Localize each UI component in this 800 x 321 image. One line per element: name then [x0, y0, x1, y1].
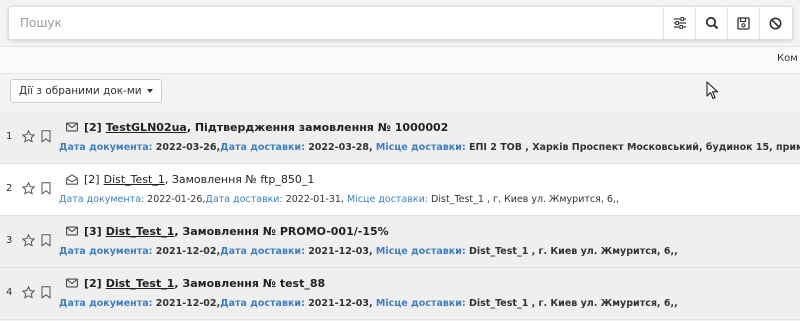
document-details-line: Дата документа: 2022-03-26,Дата доставки…	[59, 142, 800, 153]
doc-date-value: 2021-12-02,	[152, 298, 221, 309]
ban-icon	[769, 17, 782, 29]
clear-button[interactable]	[759, 7, 791, 39]
sender-name[interactable]: Dist_Test_1	[106, 277, 175, 290]
document-title: , Замовлення № test_88	[174, 277, 326, 290]
message-count: [2]	[84, 277, 102, 290]
star-icon[interactable]	[22, 182, 35, 195]
doc-date-value: 2022-03-26,	[152, 142, 221, 153]
save-icon	[737, 16, 750, 30]
envelope-icon	[66, 278, 78, 288]
delivery-place-value: Dist_Test_1 , г. Киев ул. Жмурится, 6,,	[428, 194, 619, 205]
document-title-line[interactable]: [3] Dist_Test_1, Замовлення № PROMO-001/-…	[84, 225, 389, 238]
document-details-line: Дата документа: 2021-12-02,Дата доставки…	[59, 246, 678, 257]
row-number: 2	[6, 183, 13, 194]
document-row[interactable]: 4 [2] Dist_Test_1, Замовлення № test_88 Дат…	[0, 268, 800, 320]
column-strip: Ком	[0, 46, 800, 74]
doc-date-value: 2022-01-26,	[144, 194, 206, 205]
bookmark-icon[interactable]	[41, 130, 51, 143]
star-icon[interactable]	[22, 234, 35, 247]
caret-down-icon	[146, 89, 153, 93]
document-details-line: Дата документа: 2021-12-02,Дата доставки…	[59, 298, 678, 309]
delivery-date-label: Дата доставки:	[220, 142, 305, 153]
star-icon[interactable]	[22, 130, 35, 143]
bookmark-icon[interactable]	[41, 182, 51, 195]
delivery-date-value: 2022-01-31,	[282, 194, 344, 205]
delivery-place-label: Місце доставки:	[375, 298, 466, 309]
message-count: [2]	[84, 121, 102, 134]
save-button[interactable]	[727, 7, 759, 39]
search-bar	[8, 6, 793, 40]
delivery-place-label: Місце доставки:	[375, 246, 466, 257]
document-list: 1 [2] TestGLN02ua, Підтвердження замовленн…	[0, 112, 800, 320]
envelope-icon	[66, 226, 78, 236]
delivery-place-label: Місце доставки:	[375, 142, 466, 153]
row-number: 3	[6, 235, 13, 246]
search-button[interactable]	[695, 7, 727, 39]
document-title-line[interactable]: [2] TestGLN02ua, Підтвердження замовлення…	[84, 121, 448, 134]
message-count: [3]	[84, 225, 102, 238]
search-input[interactable]	[9, 7, 659, 39]
document-title-line[interactable]: [2] Dist_Test_1, Замовлення № test_88	[84, 277, 325, 290]
doc-date-label: Дата документа:	[59, 246, 153, 257]
doc-date-value: 2021-12-02,	[152, 246, 221, 257]
star-icon[interactable]	[22, 286, 35, 299]
delivery-date-label: Дата доставки:	[220, 298, 305, 309]
doc-date-label: Дата документа:	[59, 298, 153, 309]
delivery-place-value: Dist_Test_1 , г. Киев ул. Жмурится, 6,,	[465, 298, 678, 309]
document-row[interactable]: 2 [2] Dist_Test_1, Замовлення № ftp_850_1 Д…	[0, 164, 800, 216]
sender-name[interactable]: TestGLN02ua	[106, 121, 187, 134]
row-number: 4	[6, 287, 13, 298]
delivery-place-value: Dist_Test_1 , г. Киев ул. Жмурится, 6,,	[465, 246, 678, 257]
document-title: , Замовлення № ftp_850_1	[164, 173, 315, 186]
bulk-actions-dropdown[interactable]: Дії з обраними док-ми	[10, 79, 162, 103]
sliders-icon	[673, 17, 686, 29]
bulk-actions-label: Дії з обраними док-ми	[19, 85, 142, 97]
document-title: , Підтвердження замовлення № 1000002	[186, 121, 449, 134]
delivery-date-value: 2022-03-28,	[304, 142, 373, 153]
delivery-date-label: Дата доставки:	[220, 246, 305, 257]
row-number: 1	[6, 131, 13, 142]
mouse-cursor-icon	[706, 81, 719, 100]
delivery-date-value: 2021-12-03,	[304, 298, 373, 309]
strip-label: Ком	[777, 53, 798, 64]
delivery-date-value: 2021-12-03,	[304, 246, 373, 257]
delivery-place-value: ЕПІ 2 ТОВ , Харків Проспект Московський,…	[468, 142, 800, 153]
doc-date-label: Дата документа:	[59, 194, 145, 205]
envelope-icon	[66, 122, 78, 132]
bookmark-icon[interactable]	[41, 286, 51, 299]
document-details-line: Дата документа: 2022-01-26,Дата доставки…	[59, 194, 619, 205]
document-title-line[interactable]: [2] Dist_Test_1, Замовлення № ftp_850_1	[84, 173, 314, 186]
document-row[interactable]: 3 [3] Dist_Test_1, Замовлення № PROMO-001/…	[0, 216, 800, 268]
bookmark-icon[interactable]	[41, 234, 51, 247]
delivery-date-label: Дата доставки:	[205, 194, 283, 205]
document-title: , Замовлення № PROMO-001/-15%	[174, 225, 389, 238]
filter-button[interactable]	[663, 7, 695, 39]
delivery-place-label: Місце доставки:	[346, 194, 429, 205]
document-row[interactable]: 1 [2] TestGLN02ua, Підтвердження замовленн…	[0, 112, 800, 164]
search-icon	[705, 16, 718, 30]
message-count: [2]	[84, 173, 100, 186]
sender-name[interactable]: Dist_Test_1	[106, 225, 175, 238]
envelope-open-icon	[66, 174, 78, 185]
doc-date-label: Дата документа:	[59, 142, 153, 153]
sender-name[interactable]: Dist_Test_1	[104, 173, 165, 186]
